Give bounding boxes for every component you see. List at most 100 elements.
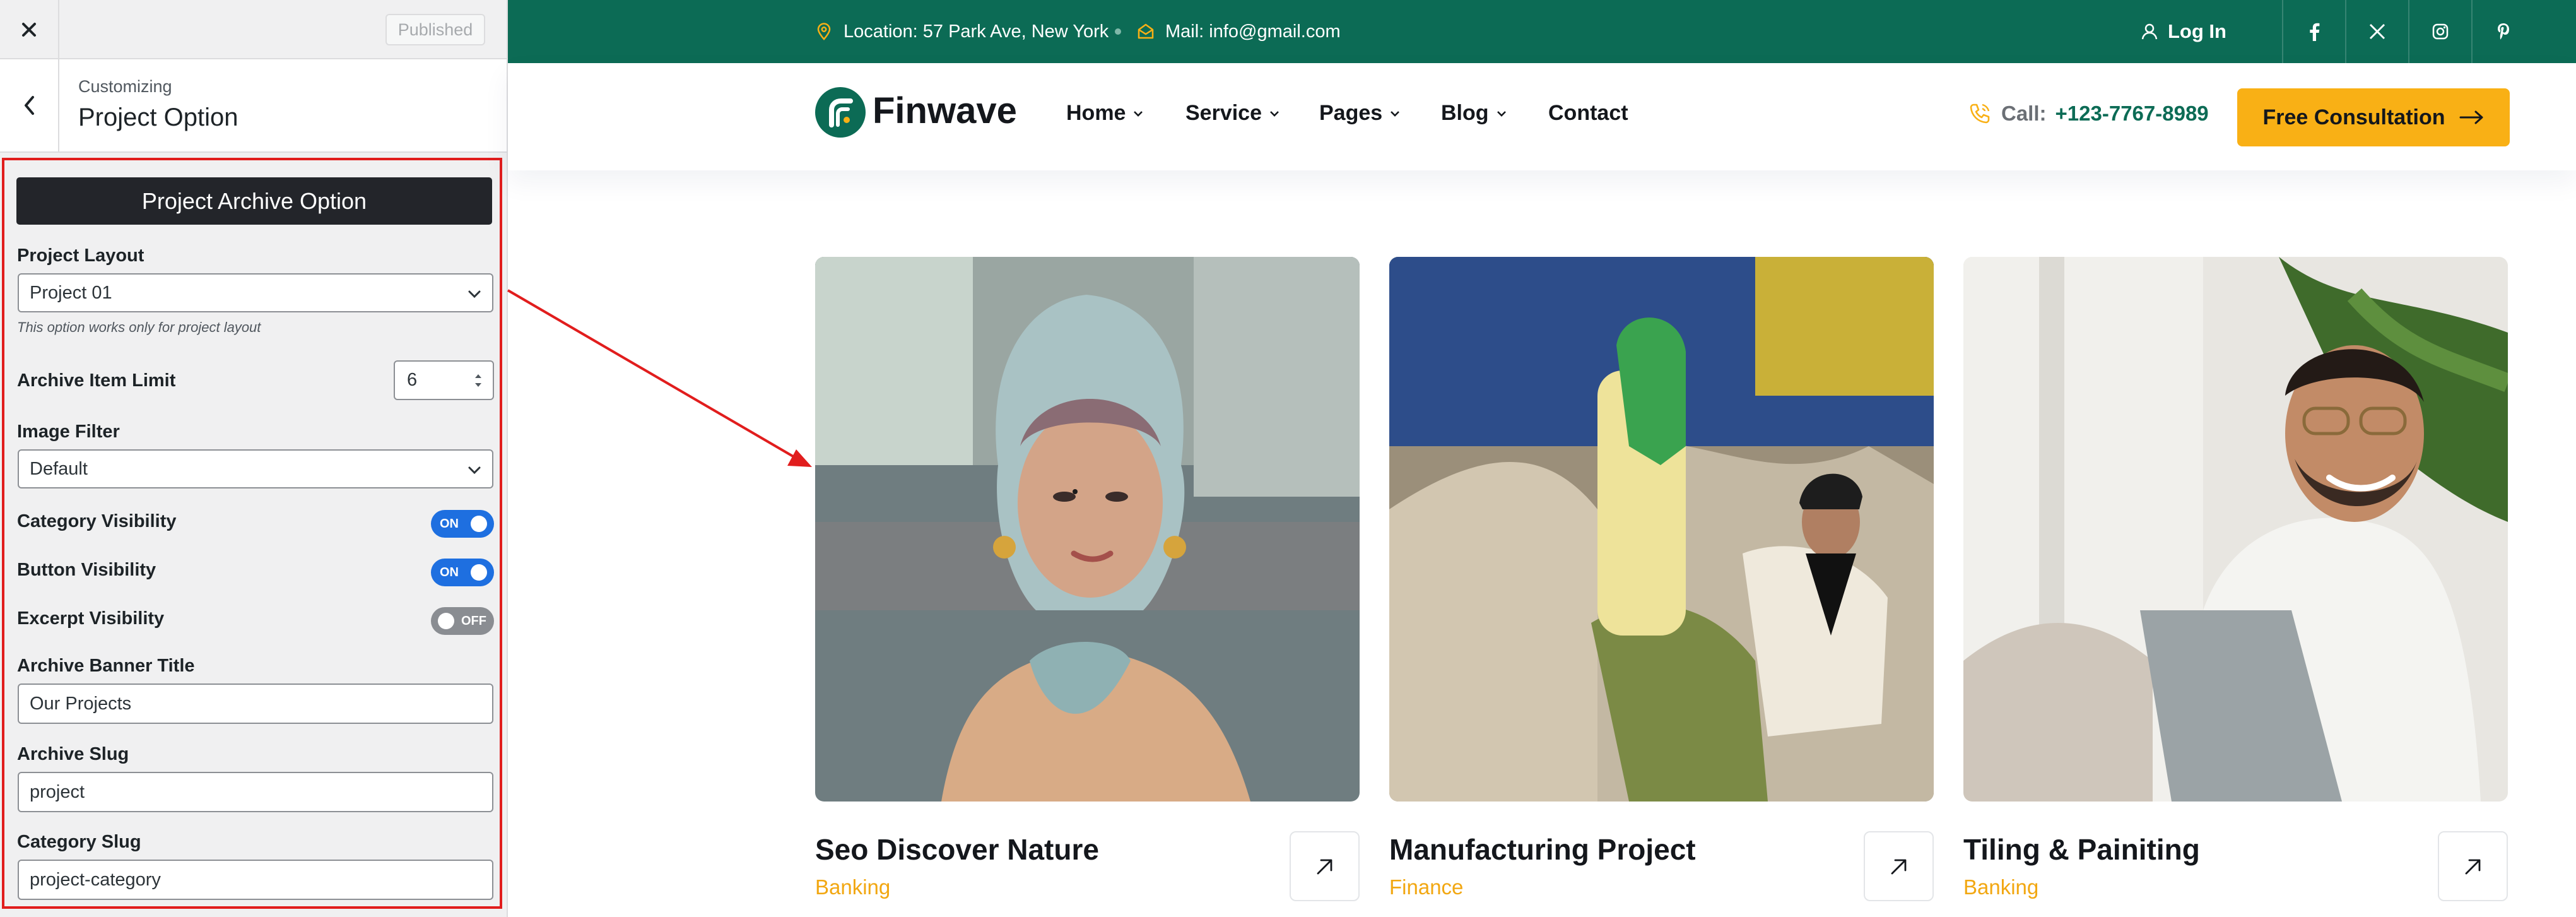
toggle-state: ON: [440, 517, 459, 531]
project-category[interactable]: Banking: [815, 875, 890, 899]
project-image[interactable]: [815, 257, 1360, 802]
pinterest-icon: [2498, 23, 2509, 40]
breadcrumb: Customizing: [78, 77, 172, 96]
nav-pages[interactable]: Pages: [1319, 101, 1401, 126]
excerpt-visibility-label: Excerpt Visibility: [17, 608, 165, 629]
call-number[interactable]: +123-7767-8989: [2056, 102, 2209, 126]
x-link[interactable]: [2345, 0, 2408, 63]
customizer-panel: Published Customizing Project Option Pro…: [0, 0, 508, 917]
instagram-link[interactable]: [2408, 0, 2471, 63]
chevron-down-icon: [1270, 110, 1279, 117]
project-layout-value: Project 01: [30, 282, 112, 303]
section-title: Project Option: [78, 104, 238, 131]
chevron-left-icon: [25, 96, 34, 115]
chevron-down-icon: [1391, 110, 1400, 117]
instagram-icon: [2432, 23, 2449, 40]
free-consultation-button[interactable]: Free Consultation: [2237, 88, 2510, 146]
nav-label: Pages: [1319, 101, 1383, 125]
toggle-knob: [471, 516, 487, 532]
toggle-knob: [438, 613, 454, 629]
separator-dot: [1115, 28, 1121, 35]
map-pin-icon: [817, 23, 831, 40]
category-visibility-label: Category Visibility: [17, 511, 177, 531]
archive-slug-input[interactable]: project: [18, 772, 493, 812]
facebook-icon: [2310, 23, 2320, 41]
toggle-state: ON: [440, 565, 459, 579]
archive-banner-title-input[interactable]: Our Projects: [18, 683, 493, 724]
pinterest-link[interactable]: [2471, 0, 2534, 63]
arrow-up-right-icon: [2465, 859, 2480, 874]
project-title[interactable]: Tiling & Painiting: [1963, 832, 2200, 867]
site-header: Finwave Home Service Pages Blog Contact …: [508, 63, 2576, 170]
project-link-button[interactable]: [1290, 831, 1360, 901]
arrow-up-right-icon: [1317, 859, 1332, 874]
nav-label: Service: [1185, 101, 1262, 125]
project-photo-man: [1963, 257, 2508, 802]
project-link-button[interactable]: [1864, 831, 1934, 901]
mail-icon: [1138, 23, 1154, 39]
project-photo-office: [1389, 257, 1934, 802]
archive-item-limit-value: 6: [407, 370, 418, 390]
archive-item-limit-input[interactable]: 6: [394, 360, 494, 400]
project-title[interactable]: Seo Discover Nature: [815, 832, 1099, 867]
login-link[interactable]: Log In: [2140, 0, 2226, 63]
site-preview: Location: 57 Park Ave, New York Mail: in…: [508, 0, 2576, 917]
arrow-up-right-icon: [1891, 859, 1906, 874]
archive-slug-label: Archive Slug: [17, 744, 129, 764]
project-layout-select[interactable]: Project 01: [18, 273, 493, 312]
customizer-topbar: Published: [0, 0, 507, 59]
mail-text: Mail: info@gmail.com: [1165, 21, 1341, 42]
logo-glyph: [829, 98, 853, 127]
category-visibility-toggle[interactable]: ON: [431, 510, 494, 538]
category-slug-label: Category Slug: [17, 832, 141, 852]
nav-service[interactable]: Service: [1185, 101, 1281, 126]
nav-home[interactable]: Home: [1066, 101, 1144, 126]
nav-blog[interactable]: Blog: [1441, 101, 1508, 126]
location-info: Location: 57 Park Ave, New York: [815, 0, 1109, 63]
button-visibility-label: Button Visibility: [17, 560, 156, 580]
project-category[interactable]: Finance: [1389, 875, 1463, 899]
image-filter-select[interactable]: Default: [18, 449, 493, 488]
image-filter-value: Default: [30, 458, 88, 479]
chevron-down-icon: [1497, 110, 1506, 117]
back-button[interactable]: [0, 59, 59, 151]
toggle-state: OFF: [461, 614, 486, 628]
chevron-down-icon: [468, 466, 481, 475]
project-image[interactable]: [1389, 257, 1934, 802]
image-filter-label: Image Filter: [17, 422, 120, 442]
project-layout-note: This option works only for project layou…: [17, 319, 261, 335]
project-layout-label: Project Layout: [17, 246, 144, 266]
nav-label: Home: [1066, 101, 1126, 125]
login-label: Log In: [2168, 20, 2226, 42]
logo-icon[interactable]: [815, 87, 866, 138]
project-link-button[interactable]: [2438, 831, 2508, 901]
x-icon: [2369, 23, 2385, 40]
button-visibility-toggle[interactable]: ON: [431, 559, 494, 586]
close-customizer-button[interactable]: [0, 0, 59, 59]
call-info[interactable]: Call: +123-7767-8989: [1967, 101, 2209, 126]
publish-button[interactable]: Published: [385, 14, 485, 45]
mail-info[interactable]: Mail: info@gmail.com: [1136, 0, 1341, 63]
user-icon: [2141, 23, 2158, 40]
site-topbar: Location: 57 Park Ave, New York Mail: in…: [508, 0, 2576, 63]
section-header: Customizing Project Option: [0, 59, 507, 153]
project-image[interactable]: [1963, 257, 2508, 802]
facebook-link[interactable]: [2282, 0, 2345, 63]
archive-banner-title-label: Archive Banner Title: [17, 656, 195, 676]
close-icon: [22, 23, 36, 37]
project-title[interactable]: Manufacturing Project: [1389, 832, 1696, 867]
toggle-knob: [471, 564, 487, 581]
logo-text[interactable]: Finwave: [873, 90, 1017, 132]
archive-item-limit-label: Archive Item Limit: [17, 370, 176, 391]
arrow-right-icon: [2459, 110, 2483, 124]
cta-label: Free Consultation: [2262, 105, 2445, 129]
project-photo-woman: [815, 257, 1360, 802]
location-text: Location: 57 Park Ave, New York: [844, 21, 1109, 42]
excerpt-visibility-toggle[interactable]: OFF: [431, 607, 494, 635]
project-category[interactable]: Banking: [1963, 875, 2038, 899]
call-label: Call:: [2001, 102, 2047, 125]
spinner-arrows-icon[interactable]: [473, 370, 484, 391]
phone-icon: [1970, 104, 1990, 124]
category-slug-input[interactable]: project-category: [18, 860, 493, 900]
nav-contact[interactable]: Contact: [1548, 101, 1628, 126]
